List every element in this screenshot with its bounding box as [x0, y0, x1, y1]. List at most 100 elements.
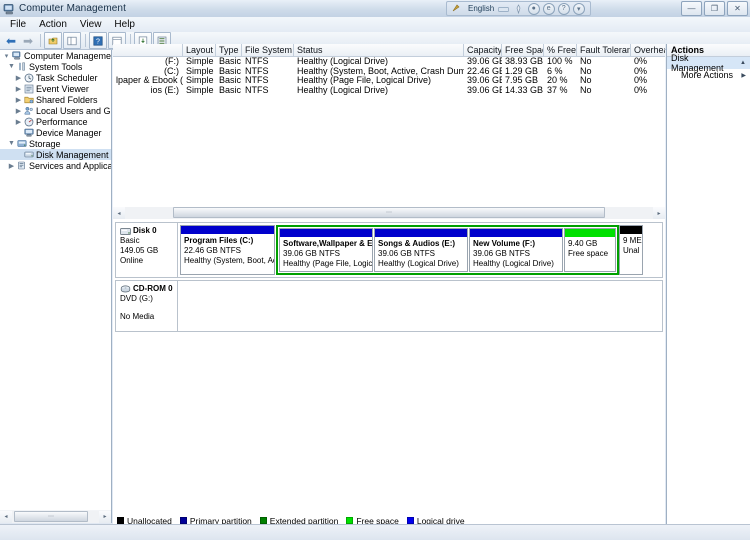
back-button[interactable]: ⬅ [3, 33, 19, 48]
speech-icon[interactable]: ● [527, 2, 540, 15]
cell-layout: Simple [186, 76, 214, 85]
column-header-capacity[interactable]: Capacity [464, 44, 502, 56]
partition-text: Software,Wallpaper & Ebo39.06 GB NTFSHea… [280, 237, 372, 269]
menu-action[interactable]: Action [33, 18, 74, 31]
cell-capacity: 22.46 GB [467, 66, 502, 76]
tree-root-node[interactable]: ▾ Computer Management (Local) [0, 50, 111, 61]
tree-expander-icon[interactable]: ▶ [14, 96, 23, 104]
partition-unallocated[interactable]: 9 ME Unal [619, 225, 643, 275]
keyboard-icon[interactable] [497, 3, 510, 15]
cell-free-space: 1.29 GB [505, 66, 539, 76]
sidebar-item-storage[interactable]: ▼ Storage [0, 138, 111, 149]
options-icon[interactable]: ▾ [572, 2, 585, 15]
partition-size: 9 ME [623, 236, 642, 245]
column-header-type[interactable]: Type [216, 44, 242, 56]
column-header-faulttolerance[interactable]: Fault Tolerance [577, 44, 631, 56]
action-item-disk-management[interactable]: Disk Management ▲ [667, 53, 750, 73]
column-header-percentfree[interactable]: % Free [544, 44, 577, 56]
minimize-button[interactable]: — [681, 1, 702, 16]
menu-help[interactable]: Help [108, 18, 142, 31]
tree-expander-icon[interactable]: ▶ [14, 74, 23, 82]
column-header-name[interactable] [113, 44, 183, 56]
partition-free[interactable]: 9.40 GB Free space [564, 228, 616, 272]
up-one-level-button[interactable] [44, 32, 62, 49]
volume-scroll-thumb[interactable]: ⋯ [173, 207, 605, 218]
partition-size: 39.06 GB NTFS [283, 249, 340, 258]
chevron-right-icon[interactable]: ▶ [741, 72, 746, 79]
sidebar-item-system-tools[interactable]: ▼ System Tools [0, 61, 111, 72]
tree-expander-icon[interactable]: ▼ [7, 63, 16, 70]
volume-list-horizontal-scrollbar[interactable]: ◂ ⋯ ▸ [113, 206, 665, 219]
show-hide-console-tree-button[interactable] [63, 32, 81, 49]
volume-scroll-track[interactable]: ⋯ [125, 207, 653, 219]
disk-management-pane: Layout Type File System Status Capacity … [113, 44, 665, 528]
disk-row[interactable]: Disk 0 Basic 149.05 GB Online Program Files … [115, 222, 663, 278]
partition-name: New Volume (F:) [473, 239, 536, 248]
disk-info-panel[interactable]: Disk 0 Basic 149.05 GB Online [116, 223, 178, 277]
handwriting-icon[interactable] [512, 3, 525, 15]
disk-row[interactable]: CD-ROM 0 DVD (G:) No Media [115, 280, 663, 332]
partition-size: 9.40 GB [568, 239, 598, 248]
ime-icon[interactable]: e [542, 2, 555, 15]
sidebar-item-performance[interactable]: ▶ Performance [0, 116, 111, 127]
volume-scroll-left-arrow[interactable]: ◂ [113, 207, 125, 219]
help-icon[interactable]: ? [557, 2, 570, 15]
sidebar-item-shared-folders[interactable]: ▶ Shared Folders [0, 94, 111, 105]
partition-primary[interactable]: Program Files (C:) 22.46 GB NTFS Healthy (… [180, 225, 275, 275]
cell-name: lpaper & Ebook (D:) [116, 76, 183, 85]
cell-layout: Simple [186, 66, 214, 76]
partition-name: Software,Wallpaper & Ebo [283, 239, 372, 248]
sidebar-item-services-and-applications[interactable]: ▶ Services and Applications [0, 160, 111, 171]
column-header-layout[interactable]: Layout [183, 44, 216, 56]
cell-type: Basic [219, 66, 242, 76]
sidebar-item-disk-management[interactable]: Disk Management [0, 149, 111, 160]
language-indicator[interactable]: English [465, 4, 497, 13]
menu-file[interactable]: File [4, 18, 33, 31]
table-row[interactable]: lpaper & Ebook (D:)Simple BasicNTFS Health… [113, 76, 665, 86]
forward-button[interactable]: ➡ [20, 33, 36, 48]
extended-partition-container[interactable]: Software,Wallpaper & Ebo39.06 GB NTFSHea… [276, 225, 619, 275]
sidebar-item-task-scheduler[interactable]: ▶ Task Scheduler [0, 72, 111, 83]
tree-scroll-right-arrow[interactable]: ▸ [99, 510, 111, 523]
table-row[interactable]: (C:) Simple Basic NTFS Healthy (System, Boot… [113, 67, 665, 77]
cell-filesystem: NTFS [245, 76, 269, 85]
column-header-status[interactable]: Status [294, 44, 464, 56]
language-bar-handle-icon[interactable] [450, 3, 463, 15]
partition-logical[interactable]: Software,Wallpaper & Ebo39.06 GB NTFSHea… [279, 228, 373, 272]
close-button[interactable]: ✕ [727, 1, 748, 16]
restore-button[interactable]: ❐ [704, 1, 725, 16]
tree-expander-icon[interactable]: ▼ [7, 140, 16, 147]
partition-logical[interactable]: New Volume (F:) 39.06 GB NTFS Healthy (Log… [469, 228, 563, 272]
tree-expander-icon[interactable]: ▶ [14, 107, 23, 115]
properties-button[interactable]: ? [89, 32, 107, 49]
computer-management-window: Computer Management — ❐ ✕ English ● e ? … [0, 0, 750, 540]
users-icon [23, 106, 34, 116]
disk-info-panel[interactable]: CD-ROM 0 DVD (G:) No Media [116, 281, 178, 331]
action-item-label: More Actions [681, 70, 734, 80]
table-row[interactable]: (F:) Simple Basic NTFS Healthy (Logical Driv… [113, 57, 665, 67]
toolbar-separator-1 [40, 34, 41, 47]
tree-scroll-track[interactable]: ⋯ [12, 510, 99, 523]
partition-text: Songs & Audios (E:) 39.06 GB NTFS Healthy … [375, 237, 467, 269]
chevron-up-icon[interactable]: ▲ [740, 60, 746, 66]
performance-icon [23, 117, 34, 127]
column-header-overhead[interactable]: Overhead [631, 44, 665, 56]
sidebar-item-local-users-and-groups[interactable]: ▶ Local Users and Groups [0, 105, 111, 116]
table-row[interactable]: ios (E:) Simple Basic NTFS Healthy (Logical … [113, 86, 665, 96]
column-header-freespace[interactable]: Free Space [502, 44, 544, 56]
tree-scroll-left-arrow[interactable]: ◂ [0, 510, 12, 523]
sidebar-item-device-manager[interactable]: Device Manager [0, 127, 111, 138]
cell-status: Healthy (Logical Drive) [297, 57, 389, 66]
tree-expander-icon[interactable]: ▶ [7, 162, 16, 170]
sidebar-item-event-viewer[interactable]: ▶ Event Viewer [0, 83, 111, 94]
tree-scroll-thumb[interactable]: ⋯ [14, 510, 88, 522]
column-header-filesystem[interactable]: File System [242, 44, 294, 56]
language-bar[interactable]: English ● e ? ▾ [446, 1, 592, 16]
menu-view[interactable]: View [74, 18, 109, 31]
tree-horizontal-scrollbar[interactable]: ◂ ⋯ ▸ [0, 510, 112, 523]
tree-expander-icon[interactable]: ▶ [14, 118, 23, 126]
partition-logical[interactable]: Songs & Audios (E:) 39.06 GB NTFS Healthy … [374, 228, 468, 272]
volume-scroll-right-arrow[interactable]: ▸ [653, 207, 665, 219]
tree-expander-icon[interactable]: ▶ [14, 85, 23, 93]
tree-root-expander[interactable]: ▾ [2, 52, 11, 60]
